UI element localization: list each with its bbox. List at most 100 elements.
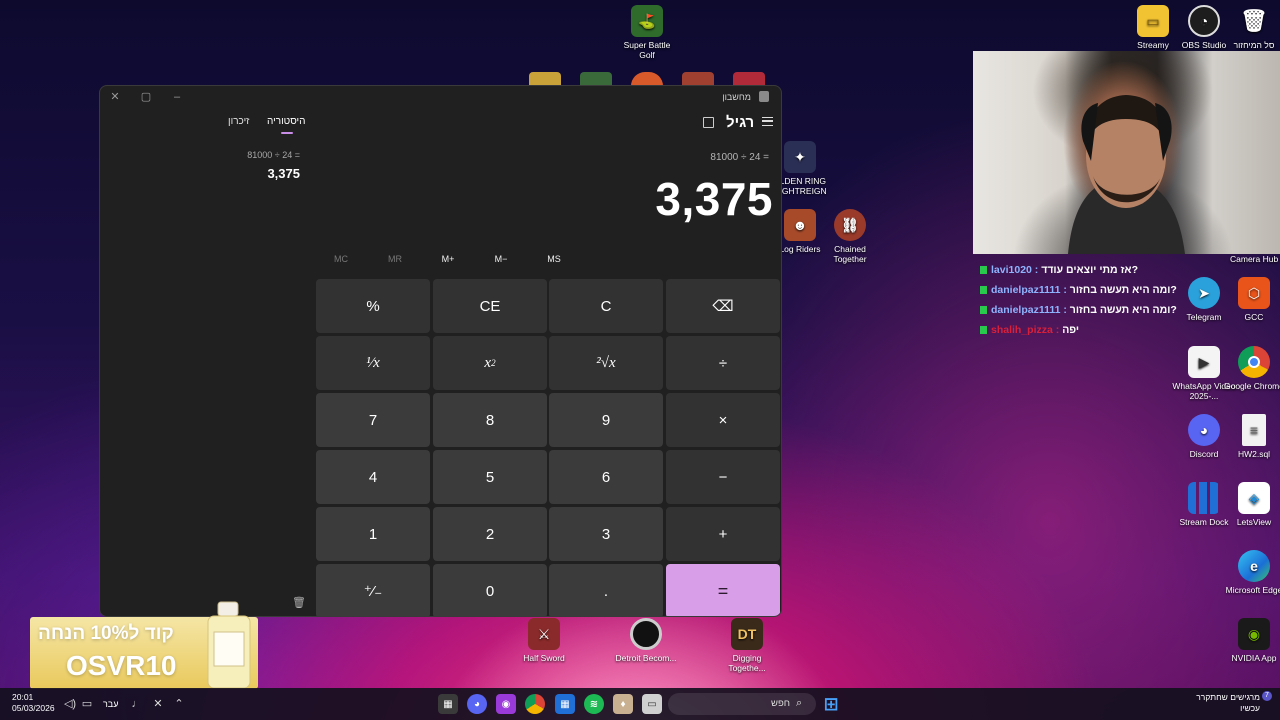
chained-together-icon: ⛓ <box>834 209 866 241</box>
digit-5-button[interactable]: 5 <box>433 450 547 504</box>
muted-speaker-icon[interactable]: ✕ <box>151 697 165 711</box>
taskbar-discord-icon[interactable]: ◕ <box>467 694 487 714</box>
digit-2-button[interactable]: 2 <box>433 507 547 561</box>
square-base: x <box>484 354 492 371</box>
clock-time: 20:01 <box>12 692 34 702</box>
detroit-icon <box>630 618 662 650</box>
square-root-button[interactable]: ²√x <box>549 336 663 390</box>
moderator-badge-icon <box>980 266 987 275</box>
memory-add-button[interactable]: M+ <box>428 254 468 264</box>
desktop-icon-digging-together[interactable]: DT Digging Togethe... <box>715 618 779 673</box>
history-result[interactable]: 3,375 <box>234 166 300 181</box>
desktop-icon-hw2-sql[interactable]: ≡ HW2.sql <box>1222 414 1280 459</box>
percent-button[interactable]: % <box>316 279 430 333</box>
chevron-up-icon[interactable]: ⌃ <box>172 697 186 711</box>
clear-entry-button[interactable]: CE <box>433 279 547 333</box>
square-button[interactable]: x2 <box>433 336 547 390</box>
video-file-icon: ▶ <box>1188 346 1220 378</box>
chat-username: lavi1020 : <box>991 264 1042 276</box>
hidden-desktop-icon <box>682 72 714 86</box>
desktop-icon-nvidia-app[interactable]: ◉ NVIDIA App <box>1222 618 1280 663</box>
taskbar-search[interactable]: חפש ⌕ <box>668 693 816 715</box>
keep-on-top-icon[interactable] <box>703 117 714 128</box>
clear-button[interactable]: C <box>549 279 663 333</box>
microphone-icon[interactable]: ♩ <box>130 697 144 711</box>
close-icon[interactable]: ✕ <box>108 90 122 104</box>
edge-icon: e <box>1238 550 1270 582</box>
taskbar-calculator-icon[interactable]: ▦ <box>438 694 458 714</box>
golf-ball-icon: ⛳ <box>631 5 663 37</box>
volume-icon[interactable]: ◁) <box>63 697 77 711</box>
desktop-icon-recycle-bin[interactable]: 🗑 סל המיחזור <box>1222 5 1280 51</box>
chat-username: shalih_pizza : <box>991 324 1063 336</box>
calculator-app-icon <box>759 91 769 102</box>
clock[interactable]: 20:01 05/03/2026 <box>12 692 55 714</box>
digit-4-button[interactable]: 4 <box>316 450 430 504</box>
memory-recall-button[interactable]: MR <box>375 254 415 264</box>
maximize-icon[interactable]: ▢ <box>139 90 153 104</box>
chat-username: danielpaz1111 : <box>991 284 1070 296</box>
clear-history-icon[interactable]: 🗑 <box>292 596 306 609</box>
minimize-icon[interactable]: – <box>170 90 184 104</box>
digit-8-button[interactable]: 8 <box>433 393 547 447</box>
history-expression[interactable]: 81000 ÷ 24 = <box>234 150 300 160</box>
recycle-bin-icon: 🗑 <box>1240 8 1268 33</box>
desktop-icon-google-chrome[interactable]: Google Chrome <box>1222 346 1280 391</box>
hidden-desktop-icon <box>631 72 663 86</box>
promo-discount-text: קוד ל10% הנחה <box>38 623 174 644</box>
equals-button[interactable]: = <box>666 564 780 616</box>
tab-memory[interactable]: זיכרון <box>228 116 249 127</box>
letsview-icon: ◈ <box>1238 482 1270 514</box>
divide-button[interactable]: ÷ <box>666 336 780 390</box>
taskbar-file-explorer-icon[interactable]: ▭ <box>642 694 662 714</box>
digit-9-button[interactable]: 9 <box>549 393 663 447</box>
memory-row: MC MR M+ M− MS <box>315 254 581 268</box>
hidden-desktop-icon <box>733 72 765 86</box>
memory-subtract-button[interactable]: M− <box>481 254 521 264</box>
taskbar-spotify-icon[interactable]: ≋ <box>584 694 604 714</box>
search-icon: ⌕ <box>796 697 803 709</box>
notification-area[interactable]: מרגישים שחתקרר עכשיו <box>1196 692 1260 714</box>
digit-1-button[interactable]: 1 <box>316 507 430 561</box>
chat-message: danielpaz1111 : ומה היא תעשה בחזור? <box>980 284 1180 304</box>
taskbar-obs-icon[interactable]: ◉ <box>496 694 516 714</box>
chat-text: אז מתי יוצאים עודד? <box>1041 264 1138 276</box>
negate-button[interactable]: ⁺⁄₋ <box>316 564 430 616</box>
digit-7-button[interactable]: 7 <box>316 393 430 447</box>
desktop-icon-half-sword[interactable]: ⚔ Half Sword <box>512 618 576 663</box>
network-icon[interactable]: ▭ <box>80 697 94 711</box>
desktop-icon-chained-together[interactable]: ⛓ Chained Together <box>818 209 882 264</box>
taskbar-chrome-icon[interactable] <box>525 694 545 714</box>
digit-3-button[interactable]: 3 <box>549 507 663 561</box>
folder-icon: ▭ <box>1137 5 1169 37</box>
log-riders-icon: ☻ <box>784 209 816 241</box>
windows-start-icon[interactable]: ⊞ <box>821 694 841 714</box>
keypad: % CE C ⌫ ¹⁄x x2 ²√x ÷ 7 8 9 × 4 5 6 − 1 … <box>316 279 781 616</box>
menu-icon[interactable] <box>762 117 773 126</box>
digit-0-button[interactable]: 0 <box>433 564 547 616</box>
obs-icon: ◔ <box>1188 5 1220 37</box>
desktop-icon-gcc[interactable]: ⬡ GCC <box>1222 277 1280 322</box>
tab-history[interactable]: היסטוריה <box>267 116 306 127</box>
memory-store-button[interactable]: MS <box>534 254 574 264</box>
taskbar-stream-dock-icon[interactable]: ▦ <box>555 694 575 714</box>
plus-button[interactable]: + <box>666 507 780 561</box>
memory-clear-button[interactable]: MC <box>321 254 361 264</box>
multiply-button[interactable]: × <box>666 393 780 447</box>
elden-ring-icon: ✦ <box>784 141 816 173</box>
reciprocal-button[interactable]: ¹⁄x <box>316 336 430 390</box>
language-indicator[interactable]: עבר <box>103 699 118 709</box>
taskbar-app-icon[interactable]: ♦ <box>613 694 633 714</box>
desktop-icon-super-battle-golf[interactable]: ⛳ Super Battle Golf <box>615 5 679 60</box>
desktop-icon-letsview[interactable]: ◈ LetsView <box>1222 482 1280 527</box>
camera-hub-label[interactable]: Camera Hub <box>1230 254 1278 264</box>
digit-6-button[interactable]: 6 <box>549 450 663 504</box>
desktop-icon-microsoft-edge[interactable]: e Microsoft Edge <box>1222 550 1280 595</box>
minus-button[interactable]: − <box>666 450 780 504</box>
chat-text: ומה היא תעשה בחזור? <box>1069 304 1177 316</box>
backspace-button[interactable]: ⌫ <box>666 279 780 333</box>
decimal-button[interactable]: . <box>549 564 663 616</box>
search-input[interactable]: חפש <box>771 698 790 709</box>
desktop-icon-detroit[interactable]: Detroit Becom... <box>614 618 678 663</box>
title-bar[interactable]: ✕ ▢ – מחשבון <box>100 86 781 108</box>
